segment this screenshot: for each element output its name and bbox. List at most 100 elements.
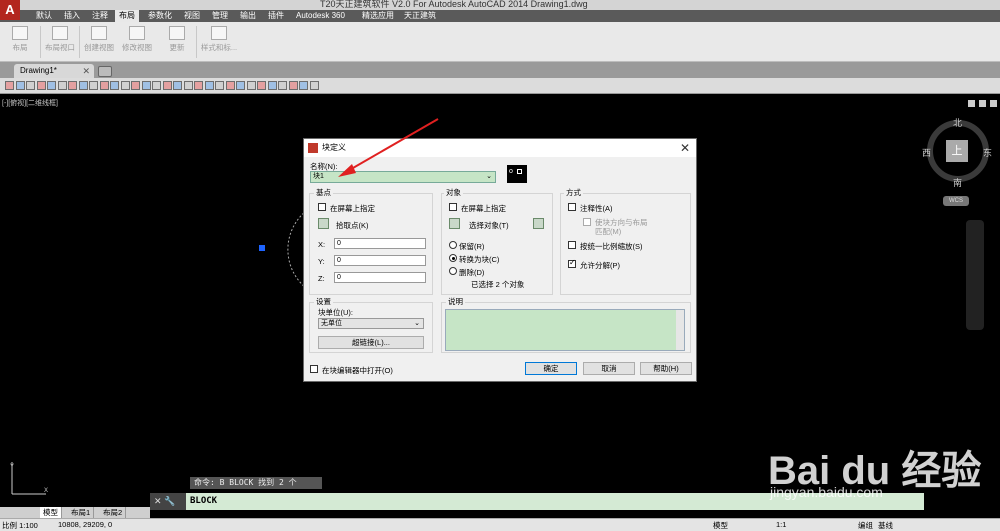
- x-field[interactable]: 0: [334, 238, 426, 249]
- annotation-scale[interactable]: 1:1: [776, 520, 786, 529]
- description-scrollbar[interactable]: [676, 310, 684, 350]
- viewcube-top-face[interactable]: 上: [946, 140, 968, 162]
- close-viewport-icon[interactable]: [990, 100, 997, 107]
- toolbar-tool-icon[interactable]: [278, 81, 287, 90]
- app-menu-button[interactable]: A: [0, 0, 20, 20]
- y-field[interactable]: 0: [334, 255, 426, 266]
- styles-standards-button[interactable]: 样式和标...: [199, 25, 239, 59]
- compass-north[interactable]: 北: [953, 116, 962, 129]
- tab-tangent-architecture[interactable]: 天正建筑: [400, 10, 440, 22]
- toolbar-tool-icon[interactable]: [288, 81, 298, 90]
- match-orientation-checkbox[interactable]: [583, 218, 591, 226]
- tab-model[interactable]: 模型: [40, 507, 62, 518]
- tab-parametric[interactable]: 参数化: [144, 10, 176, 22]
- toolbar-tool-icon[interactable]: [162, 81, 172, 90]
- annotative-checkbox[interactable]: [568, 203, 576, 211]
- tab-autodesk-360[interactable]: Autodesk 360: [292, 10, 349, 22]
- toolbar-tool-icon[interactable]: [309, 81, 319, 90]
- viewport-controls[interactable]: [-][俯视][二维线框]: [2, 98, 58, 108]
- group-button[interactable]: 编组: [858, 520, 873, 531]
- toolbar-tool-icon[interactable]: [152, 81, 161, 90]
- toolbar-tool-icon[interactable]: [36, 81, 46, 90]
- ok-button[interactable]: 确定: [525, 362, 577, 375]
- toolbar-tool-icon[interactable]: [257, 81, 266, 90]
- toolbar-tool-icon[interactable]: [215, 81, 224, 90]
- tab-output[interactable]: 输出: [236, 10, 260, 22]
- tab-manage[interactable]: 管理: [208, 10, 232, 22]
- model-space-button[interactable]: 模型: [713, 520, 728, 531]
- close-tab-icon[interactable]: ✕: [82, 64, 90, 78]
- compass-east[interactable]: 东: [983, 146, 992, 159]
- toolbar-tool-icon[interactable]: [120, 81, 130, 90]
- command-line-controls[interactable]: ✕ 🔧: [150, 493, 186, 510]
- pick-point-icon[interactable]: [318, 218, 329, 229]
- toolbar-tool-icon[interactable]: [15, 81, 25, 90]
- toolbar-tool-icon[interactable]: [99, 81, 109, 90]
- toolbar-tool-icon[interactable]: [267, 81, 277, 90]
- toolbar-tool-icon[interactable]: [89, 81, 98, 90]
- scale-readout[interactable]: 比例 1:100: [2, 520, 38, 531]
- toolbar-tool-icon[interactable]: [204, 81, 214, 90]
- layout-button[interactable]: 布局: [3, 25, 37, 59]
- toolbar-tool-icon[interactable]: [299, 81, 308, 90]
- scale-uniformly-checkbox[interactable]: [568, 241, 576, 249]
- hyperlink-button[interactable]: 超链接(L)...: [318, 336, 424, 349]
- block-unit-select[interactable]: 无单位 ⌄: [318, 318, 424, 329]
- delete-radio[interactable]: [449, 267, 457, 275]
- toolbar-tool-icon[interactable]: [194, 81, 203, 90]
- toolbar-tool-icon[interactable]: [47, 81, 56, 90]
- retain-radio[interactable]: [449, 241, 457, 249]
- toolbar-tool-icon[interactable]: [246, 81, 256, 90]
- select-objects-button[interactable]: 选择对象(T): [469, 220, 509, 231]
- tab-default[interactable]: 默认: [32, 10, 56, 22]
- grip-handle[interactable]: [259, 245, 265, 251]
- toolbar-tool-icon[interactable]: [225, 81, 235, 90]
- quick-select-icon[interactable]: [533, 218, 544, 229]
- modify-view-button[interactable]: 修改视图: [120, 25, 154, 59]
- tab-layout2[interactable]: 布局2: [100, 507, 127, 518]
- tab-layout1[interactable]: 布局1: [68, 507, 95, 518]
- block-name-combobox[interactable]: 块1 ⌄: [310, 171, 496, 183]
- close-icon[interactable]: ✕: [680, 141, 690, 155]
- z-field[interactable]: 0: [334, 272, 426, 283]
- tab-featured-apps[interactable]: 精选应用: [358, 10, 398, 22]
- convert-to-block-radio[interactable]: [449, 254, 457, 262]
- objects-onscreen-checkbox[interactable]: [449, 203, 457, 211]
- toolbar-tool-icon[interactable]: [173, 81, 182, 90]
- tab-annotate[interactable]: 注释: [88, 10, 112, 22]
- help-button[interactable]: 帮助(H): [640, 362, 692, 375]
- navigation-bar[interactable]: [966, 220, 984, 330]
- layout-viewport-button[interactable]: 布局视口: [43, 25, 77, 59]
- toolbar-tool-icon[interactable]: [5, 81, 14, 90]
- toolbar-tool-icon[interactable]: [78, 81, 88, 90]
- new-tab-icon[interactable]: [98, 66, 112, 77]
- description-textarea[interactable]: [445, 309, 685, 351]
- open-in-editor-checkbox[interactable]: [310, 365, 318, 373]
- restore-viewport-icon[interactable]: [979, 100, 986, 107]
- pick-point-button[interactable]: 拾取点(K): [336, 220, 369, 231]
- minimize-viewport-icon[interactable]: [968, 100, 975, 107]
- create-view-button[interactable]: 创建视图: [82, 25, 116, 59]
- select-objects-icon[interactable]: [449, 218, 460, 229]
- toolbar-tool-icon[interactable]: [183, 81, 193, 90]
- cancel-button[interactable]: 取消: [583, 362, 635, 375]
- tab-plugins[interactable]: 插件: [264, 10, 288, 22]
- update-button[interactable]: 更新: [160, 25, 194, 59]
- tab-insert[interactable]: 插入: [60, 10, 84, 22]
- drawing-tab[interactable]: Drawing1* ✕: [14, 64, 94, 78]
- basepoint-onscreen-checkbox[interactable]: [318, 203, 326, 211]
- toolbar-tool-icon[interactable]: [68, 81, 77, 90]
- toolbar-tool-icon[interactable]: [131, 81, 140, 90]
- wcs-menu[interactable]: WCS: [943, 196, 969, 206]
- allow-explode-checkbox[interactable]: [568, 258, 576, 268]
- toolbar-tool-icon[interactable]: [26, 81, 35, 90]
- command-prompt[interactable]: BLOCK: [190, 496, 217, 506]
- toolbar-tool-icon[interactable]: [141, 81, 151, 90]
- toolbar-tool-icon[interactable]: [110, 81, 119, 90]
- toolbar-tool-icon[interactable]: [236, 81, 245, 90]
- compass-west[interactable]: 西: [922, 146, 931, 159]
- tab-layout[interactable]: 布局: [115, 10, 139, 22]
- compass-south[interactable]: 南: [953, 176, 962, 189]
- toolbar-tool-icon[interactable]: [57, 81, 67, 90]
- baseline-button[interactable]: 基线: [878, 520, 893, 531]
